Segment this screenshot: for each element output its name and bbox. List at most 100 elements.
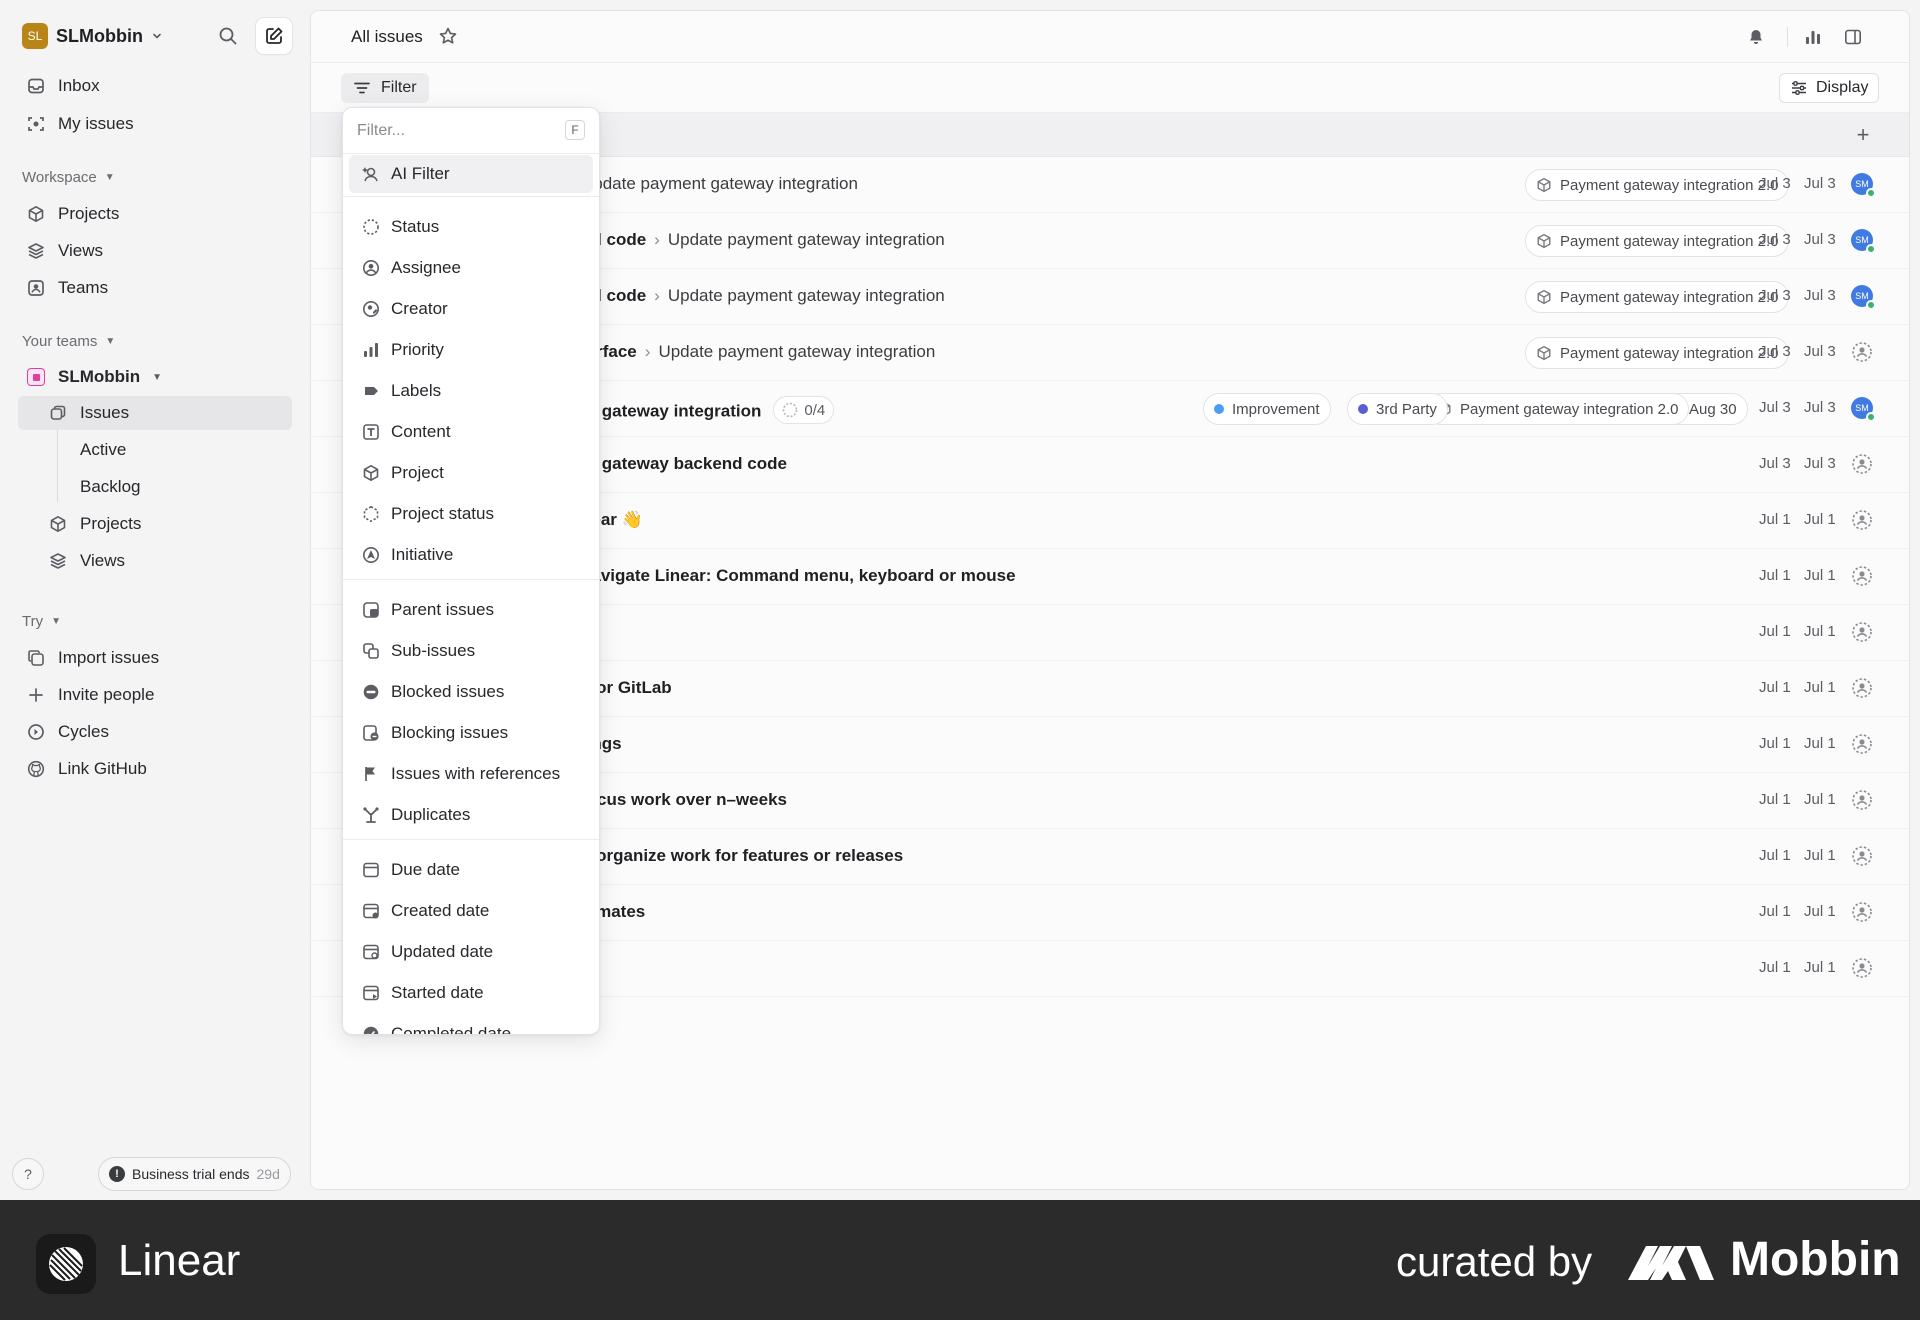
- sidebar-item-label: Views: [58, 241, 104, 260]
- filter-bar: Filter Display: [311, 63, 1909, 113]
- unassigned-icon[interactable]: [1851, 677, 1875, 701]
- search-button[interactable]: [210, 18, 246, 54]
- sidebar-item-active[interactable]: Active: [72, 433, 292, 467]
- trial-status-button[interactable]: ! Business trial ends 29d: [98, 1157, 291, 1191]
- ai-filter-icon: [361, 164, 381, 184]
- sidebar-item-label: Invite people: [58, 685, 155, 704]
- star-icon[interactable]: [438, 26, 458, 46]
- label-tag[interactable]: 3rd Party: [1347, 393, 1448, 425]
- sidebar-item-team-projects[interactable]: Projects: [18, 507, 292, 541]
- filter-option-sub-issues[interactable]: Sub-issues: [349, 632, 593, 670]
- filter-option-status[interactable]: Status: [349, 208, 593, 246]
- help-button[interactable]: ?: [12, 1158, 44, 1190]
- filter-search-input[interactable]: [357, 118, 557, 144]
- workspace-switcher[interactable]: SL SLMobbin: [22, 22, 163, 50]
- filter-option-label: Issues with references: [391, 764, 561, 783]
- bell-icon[interactable]: [1744, 25, 1768, 49]
- sidebar-item-issues[interactable]: Issues: [18, 396, 292, 430]
- unassigned-icon[interactable]: [1851, 733, 1875, 757]
- issue-title: o organize work for features or releases: [581, 846, 903, 866]
- assignee-avatar[interactable]: SM: [1851, 173, 1876, 198]
- filter-option-blocking-issues[interactable]: Blocking issues: [349, 714, 593, 752]
- assignee-avatar[interactable]: SM: [1851, 229, 1876, 254]
- display-button[interactable]: Display: [1779, 73, 1880, 103]
- project-tag[interactable]: Payment gateway integration 2.0: [1425, 393, 1690, 425]
- filter-option-label: Blocked issues: [391, 682, 505, 701]
- avatar: SM: [1851, 285, 1876, 310]
- initiative-icon: [361, 545, 381, 565]
- filter-option-creator[interactable]: Creator: [349, 290, 593, 328]
- unassigned-icon[interactable]: [1851, 621, 1875, 645]
- created-date: Jul 1: [1759, 623, 1791, 640]
- filter-option-blocked-issues[interactable]: Blocked issues: [349, 673, 593, 711]
- filter-option-content[interactable]: Content: [349, 413, 593, 451]
- sidebar-item-import-issues[interactable]: Import issues: [18, 641, 292, 675]
- unassigned-icon[interactable]: [1851, 453, 1875, 477]
- unassigned-icon[interactable]: [1851, 565, 1875, 589]
- unassigned-icon[interactable]: [1851, 341, 1875, 365]
- new-issue-button[interactable]: [256, 18, 292, 54]
- issue-title-text: navigate Linear: Command menu, keyboard …: [581, 566, 1016, 585]
- sidebar-item-label: Views: [80, 551, 126, 570]
- filter-option-due-date[interactable]: Due date: [349, 851, 593, 889]
- filter-option-ai-filter[interactable]: AI Filter: [349, 155, 593, 193]
- filter-search: F: [343, 108, 599, 154]
- insights-icon[interactable]: [1801, 25, 1825, 49]
- sidebar-team-slmobbin[interactable]: SLMobbin ▼: [18, 360, 292, 394]
- filter-option-label: Sub-issues: [391, 641, 476, 660]
- calendar-start-icon: [361, 983, 381, 1003]
- filter-option-completed-date[interactable]: Completed date: [349, 1015, 593, 1034]
- filter-option-label: Content: [391, 422, 451, 441]
- calendar-refresh-icon: [361, 942, 381, 962]
- unassigned-icon[interactable]: [1851, 901, 1875, 925]
- unassigned-icon[interactable]: [1851, 509, 1875, 533]
- blocked-icon: [361, 682, 381, 702]
- sidebar-item-views[interactable]: Views: [18, 234, 292, 268]
- sidebar-item-projects[interactable]: Projects: [18, 197, 292, 231]
- filter-option-duplicates[interactable]: Duplicates: [349, 796, 593, 834]
- filter-option-project[interactable]: Project: [349, 454, 593, 492]
- sidebar-item-inbox[interactable]: Inbox: [18, 69, 292, 103]
- filter-option-issues-with-references[interactable]: Issues with references: [349, 755, 593, 793]
- project-tag[interactable]: Payment gateway integration 2.0: [1525, 337, 1790, 369]
- cycles-icon: [26, 722, 46, 742]
- filter-option-priority[interactable]: Priority: [349, 331, 593, 369]
- filter-button[interactable]: Filter: [341, 73, 429, 103]
- unassigned-icon[interactable]: [1851, 789, 1875, 813]
- filter-option-labels[interactable]: Labels: [349, 372, 593, 410]
- assignee-avatar[interactable]: SM: [1851, 397, 1876, 422]
- filter-option-initiative[interactable]: Initiative: [349, 536, 593, 574]
- side-panel-icon[interactable]: [1841, 25, 1865, 49]
- filter-option-label: Creator: [391, 299, 448, 318]
- add-issue-icon[interactable]: +: [1851, 122, 1875, 147]
- avatar-initials: SM: [1855, 291, 1869, 301]
- section-label: Your teams: [22, 333, 98, 350]
- updated-date: Jul 3: [1804, 455, 1836, 472]
- sidebar-item-backlog[interactable]: Backlog: [72, 470, 292, 504]
- filter-option-assignee[interactable]: Assignee: [349, 249, 593, 287]
- project-tag[interactable]: Payment gateway integration 2.0: [1525, 225, 1790, 257]
- label-tag[interactable]: Improvement: [1203, 393, 1331, 425]
- filter-option-started-date[interactable]: Started date: [349, 974, 593, 1012]
- updated-date: Jul 1: [1804, 567, 1836, 584]
- your-teams-section-toggle[interactable]: Your teams ▼: [22, 333, 115, 350]
- filter-option-updated-date[interactable]: Updated date: [349, 933, 593, 971]
- sub-issue-title: Update payment gateway integration: [581, 174, 858, 193]
- project-tag[interactable]: Payment gateway integration 2.0: [1525, 169, 1790, 201]
- unassigned-icon[interactable]: [1851, 957, 1875, 981]
- filter-option-created-date[interactable]: Created date: [349, 892, 593, 930]
- filter-option-project-status[interactable]: Project status: [349, 495, 593, 533]
- sidebar-item-invite-people[interactable]: Invite people: [18, 678, 292, 712]
- project-name: Payment gateway integration 2.0: [1560, 176, 1779, 194]
- sidebar-item-my-issues[interactable]: My issues: [18, 107, 292, 141]
- filter-option-parent-issues[interactable]: Parent issues: [349, 591, 593, 629]
- try-section-toggle[interactable]: Try ▼: [22, 613, 61, 630]
- sidebar-item-cycles[interactable]: Cycles: [18, 715, 292, 749]
- project-tag[interactable]: Payment gateway integration 2.0: [1525, 281, 1790, 313]
- sidebar-item-teams[interactable]: Teams: [18, 271, 292, 305]
- workspace-section-toggle[interactable]: Workspace ▼: [22, 169, 115, 186]
- sidebar-item-team-views[interactable]: Views: [18, 544, 292, 578]
- assignee-avatar[interactable]: SM: [1851, 285, 1876, 310]
- unassigned-icon[interactable]: [1851, 845, 1875, 869]
- sidebar-item-link-github[interactable]: Link GitHub: [18, 752, 292, 786]
